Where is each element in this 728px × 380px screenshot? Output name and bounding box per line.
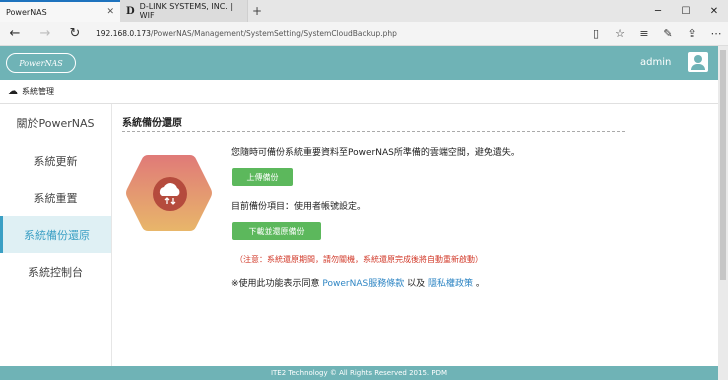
restore-warning: （注意：系統還原期間，請勿關機，系統還原完成後將自動重新啟動） <box>235 255 483 264</box>
dlink-favicon-icon: D <box>126 5 135 17</box>
close-tab-icon[interactable]: ✕ <box>106 7 114 17</box>
forward-button[interactable]: → <box>30 26 60 41</box>
more-icon[interactable]: ⋯ <box>704 27 728 40</box>
sidebar-item-backup-restore[interactable]: 系統備份還原 <box>0 216 111 253</box>
privacy-link[interactable]: 隱私權政策 <box>428 279 473 289</box>
agreement-and: 以及 <box>407 279 426 289</box>
close-window-icon[interactable]: ✕ <box>700 0 728 22</box>
download-restore-button[interactable]: 下載並還原備份 <box>232 222 321 240</box>
url-path: /PowerNAS/Management/SystemSetting/Syste… <box>150 29 397 38</box>
footer: ITE2 Technology © All Rights Reserved 20… <box>0 366 718 380</box>
maximize-icon[interactable]: ☐ <box>672 0 700 22</box>
agreement-text: ※使用此功能表示同意 PowerNAS服務條款 以及 隱私權政策 。 <box>231 276 485 289</box>
back-button[interactable]: ← <box>0 26 30 41</box>
browser-tab-bar: PowerNAS ✕ D D-LINK SYSTEMS, INC. | WIF … <box>0 0 728 22</box>
hub-icon[interactable]: ≡ <box>632 27 656 40</box>
backup-description: 您隨時可備份系統重要資料至PowerNAS所準備的雲端空間，避免遺失。 <box>231 148 520 158</box>
terms-link[interactable]: PowerNAS服務條款 <box>322 279 404 289</box>
page-title: 系統備份還原 <box>122 118 182 129</box>
web-note-icon[interactable]: ✎ <box>656 27 680 40</box>
avatar-icon[interactable] <box>688 52 708 72</box>
agreement-suffix: 。 <box>475 279 485 289</box>
browser-tab-dlink[interactable]: D D-LINK SYSTEMS, INC. | WIF <box>120 0 248 22</box>
url-host: 192.168.0.173 <box>96 29 151 38</box>
browser-tab-powernas[interactable]: PowerNAS ✕ <box>0 0 120 22</box>
main-content: 系統備份還原 您隨時可備份系統重要資料至PowerNAS所準備的雲端空間，避免遺… <box>112 104 718 366</box>
vertical-scrollbar[interactable] <box>718 46 728 380</box>
address-bar: ← → ↻ 192.168.0.173/PowerNAS/Management/… <box>0 22 728 46</box>
breadcrumb: ☁ 系統管理 <box>0 80 718 104</box>
sidebar-item-update[interactable]: 系統更新 <box>0 142 111 179</box>
share-icon[interactable]: ⇪ <box>680 27 704 40</box>
upload-backup-button[interactable]: 上傳備份 <box>232 168 293 186</box>
url-field[interactable]: 192.168.0.173/PowerNAS/Management/System… <box>96 29 584 38</box>
minimize-icon[interactable]: ─ <box>644 0 672 22</box>
tab-title: PowerNAS <box>6 7 47 17</box>
sidebar-item-console[interactable]: 系統控制台 <box>0 253 111 290</box>
favorite-star-icon[interactable]: ☆ <box>608 27 632 40</box>
tab-title: D-LINK SYSTEMS, INC. | WIF <box>139 2 234 20</box>
scrollbar-thumb[interactable] <box>720 50 726 280</box>
breadcrumb-label[interactable]: 系統管理 <box>22 86 54 97</box>
app-header: PowerNAS admin <box>0 46 718 80</box>
reading-view-icon[interactable]: ▯ <box>584 27 608 40</box>
sidebar: 關於PowerNAS 系統更新 系統重置 系統備份還原 系統控制台 <box>0 104 112 366</box>
refresh-button[interactable]: ↻ <box>60 26 90 41</box>
cloud-backup-illustration-icon <box>124 152 214 234</box>
sidebar-item-reset[interactable]: 系統重置 <box>0 179 111 216</box>
powernas-logo[interactable]: PowerNAS <box>6 53 76 73</box>
cloud-icon: ☁ <box>8 86 18 97</box>
user-name[interactable]: admin <box>640 57 671 68</box>
agreement-prefix: ※使用此功能表示同意 <box>231 279 320 289</box>
window-controls: ─ ☐ ✕ <box>644 0 728 22</box>
sidebar-item-about[interactable]: 關於PowerNAS <box>0 104 111 142</box>
title-divider <box>122 131 625 132</box>
new-tab-button[interactable]: + <box>248 0 266 22</box>
current-backup-items: 目前備份項目：使用者帳號設定。 <box>231 202 367 212</box>
